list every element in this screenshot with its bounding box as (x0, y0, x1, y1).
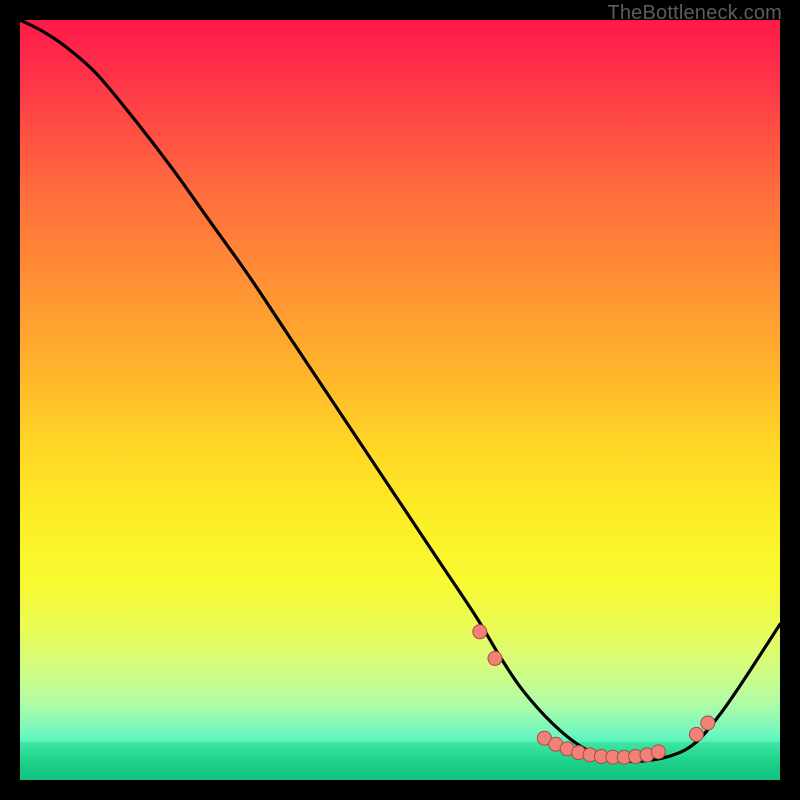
curve-marker (701, 716, 715, 730)
plot-area (20, 20, 780, 780)
curve-marker (689, 727, 703, 741)
curve-marker (488, 651, 502, 665)
bottleneck-curve (20, 20, 780, 761)
curve-marker (651, 745, 665, 759)
chart-container: TheBottleneck.com (0, 0, 800, 800)
overlay-svg (20, 20, 780, 780)
curve-marker (473, 625, 487, 639)
curve-markers (473, 625, 715, 764)
